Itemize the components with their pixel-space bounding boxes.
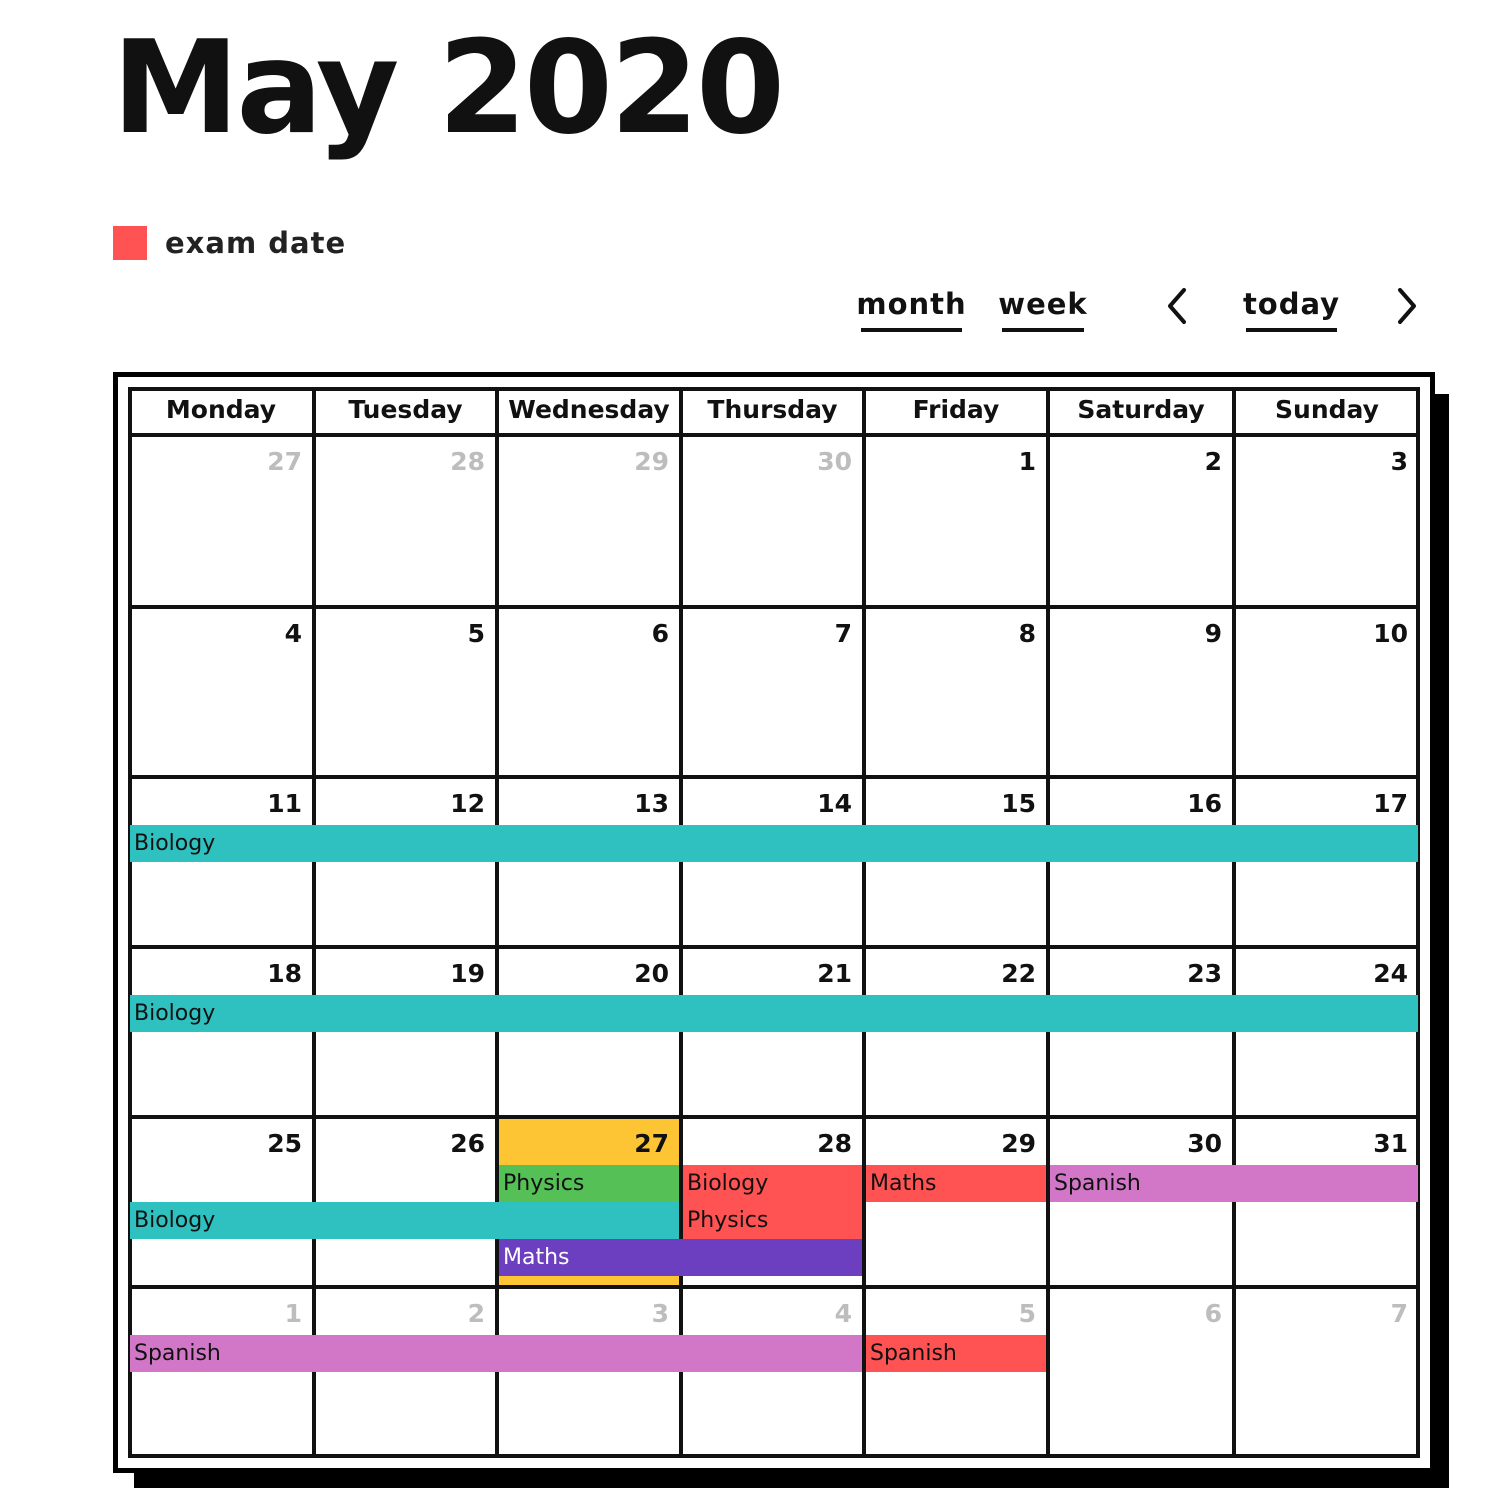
- day-number[interactable]: 9: [1048, 617, 1222, 651]
- day-number[interactable]: 10: [1234, 617, 1408, 651]
- weekday-header: Tuesday: [348, 395, 463, 424]
- grid-line-horizontal: [128, 775, 1420, 779]
- event-maths[interactable]: Maths: [499, 1239, 862, 1276]
- chevron-left-icon[interactable]: [1158, 286, 1198, 326]
- event-biology[interactable]: Biology: [683, 1165, 862, 1202]
- legend-swatch: [113, 226, 147, 260]
- event-biology[interactable]: Biology: [130, 1202, 679, 1239]
- event-spanish[interactable]: Spanish: [1050, 1165, 1418, 1202]
- calendar-grid: Monday Tuesday Wednesday Thursday Friday Satu…: [128, 387, 1420, 1458]
- day-number[interactable]: 17: [1234, 787, 1408, 821]
- grid-line-vertical: [679, 387, 683, 1458]
- day-number[interactable]: 28: [681, 1127, 852, 1161]
- day-number[interactable]: 29: [497, 445, 669, 479]
- today-button[interactable]: today: [1243, 284, 1339, 332]
- day-number[interactable]: 15: [864, 787, 1036, 821]
- day-number[interactable]: 31: [1234, 1127, 1408, 1161]
- weekday-header: Monday: [165, 395, 277, 424]
- day-number[interactable]: 8: [864, 617, 1036, 651]
- day-number[interactable]: 7: [1234, 1297, 1408, 1331]
- day-number[interactable]: 2: [314, 1297, 485, 1331]
- day-number[interactable]: 2: [1048, 445, 1222, 479]
- event-spanish[interactable]: Spanish: [866, 1335, 1046, 1372]
- grid-line-horizontal: [128, 1454, 1420, 1458]
- day-number[interactable]: 30: [1048, 1127, 1222, 1161]
- day-number[interactable]: 30: [681, 445, 852, 479]
- grid-line-vertical: [128, 387, 132, 1458]
- day-number[interactable]: 6: [497, 617, 669, 651]
- event-maths[interactable]: Maths: [866, 1165, 1046, 1202]
- day-number[interactable]: 23: [1048, 957, 1222, 991]
- day-number[interactable]: 5: [314, 617, 485, 651]
- day-number[interactable]: 18: [128, 957, 302, 991]
- grid-line-vertical: [862, 387, 866, 1458]
- week-view-button[interactable]: week: [998, 284, 1087, 332]
- day-number[interactable]: 3: [1234, 445, 1408, 479]
- weekday-header: Friday: [912, 395, 1000, 424]
- weekday-header: Thursday: [707, 395, 838, 424]
- month-view-button[interactable]: month: [856, 284, 966, 332]
- day-number[interactable]: 28: [314, 445, 485, 479]
- day-number[interactable]: 7: [681, 617, 852, 651]
- day-number[interactable]: 25: [128, 1127, 302, 1161]
- day-number[interactable]: 19: [314, 957, 485, 991]
- grid-line-vertical: [1046, 387, 1050, 1458]
- day-number[interactable]: 13: [497, 787, 669, 821]
- grid-line-vertical: [1232, 387, 1236, 1458]
- day-number[interactable]: 16: [1048, 787, 1222, 821]
- weekday-header: Sunday: [1275, 395, 1379, 424]
- legend-label: exam date: [165, 226, 347, 260]
- grid-line-vertical: [312, 387, 316, 1458]
- day-number[interactable]: 1: [864, 445, 1036, 479]
- grid-line-horizontal: [128, 945, 1420, 949]
- calendar: Monday Tuesday Wednesday Thursday Friday Satu…: [113, 372, 1435, 1473]
- day-number[interactable]: 22: [864, 957, 1036, 991]
- grid-line-horizontal: [128, 1285, 1420, 1289]
- weekday-header: Saturday: [1077, 395, 1205, 424]
- grid-line-horizontal: [128, 433, 1420, 437]
- day-number[interactable]: 20: [497, 957, 669, 991]
- event-physics[interactable]: Physics: [499, 1165, 679, 1202]
- weekday-header: Wednesday: [508, 395, 670, 424]
- grid-line-vertical: [495, 387, 499, 1458]
- day-number[interactable]: 27: [128, 445, 302, 479]
- legend: exam date: [113, 225, 346, 261]
- event-spanish[interactable]: Spanish: [130, 1335, 862, 1372]
- day-number[interactable]: 26: [314, 1127, 485, 1161]
- day-number[interactable]: 24: [1234, 957, 1408, 991]
- grid-line-horizontal: [128, 387, 1420, 391]
- day-number[interactable]: 21: [681, 957, 852, 991]
- event-physics[interactable]: Physics: [683, 1202, 862, 1239]
- day-number[interactable]: 11: [128, 787, 302, 821]
- grid-line-vertical: [1416, 387, 1420, 1458]
- day-number[interactable]: 5: [864, 1297, 1036, 1331]
- day-number[interactable]: 6: [1048, 1297, 1222, 1331]
- day-number[interactable]: 3: [497, 1297, 669, 1331]
- page-title: May 2020: [112, 14, 785, 163]
- day-number[interactable]: 27: [497, 1127, 669, 1161]
- grid-line-horizontal: [128, 605, 1420, 609]
- day-number[interactable]: 4: [681, 1297, 852, 1331]
- day-number[interactable]: 14: [681, 787, 852, 821]
- day-number[interactable]: 1: [128, 1297, 302, 1331]
- event-biology[interactable]: Biology: [130, 825, 1418, 862]
- chevron-right-icon[interactable]: [1386, 286, 1426, 326]
- day-number[interactable]: 29: [864, 1127, 1036, 1161]
- day-number[interactable]: 12: [314, 787, 485, 821]
- grid-line-horizontal: [128, 1115, 1420, 1119]
- event-biology[interactable]: Biology: [130, 995, 1418, 1032]
- day-number[interactable]: 4: [128, 617, 302, 651]
